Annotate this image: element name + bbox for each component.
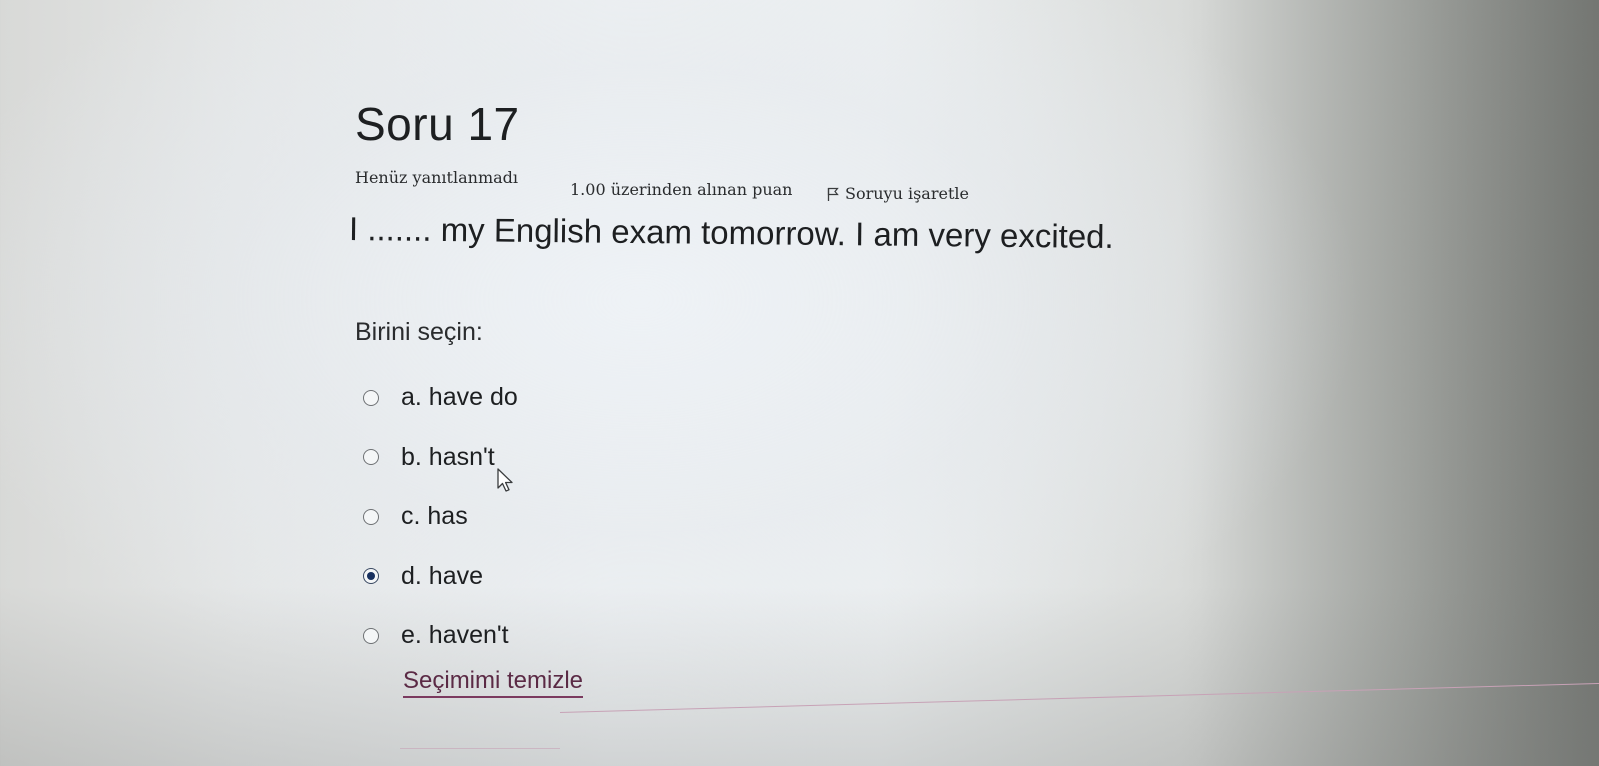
flag-question-link[interactable]: Soruyu işaretle	[827, 184, 969, 203]
divider-left	[400, 748, 560, 749]
option-a-label[interactable]: a. have do	[401, 383, 518, 412]
option-e-label[interactable]: e. haven't	[401, 621, 509, 650]
option-c-radio[interactable]	[363, 508, 379, 525]
question-block: Soru 17 Henüz yanıtlanmadı 1.00 üzerinde…	[349, 98, 1455, 698]
option-a-radio[interactable]	[363, 389, 379, 406]
option-c-label[interactable]: c. has	[401, 502, 468, 531]
option-b-label[interactable]: b. hasn't	[401, 443, 495, 472]
divider	[559, 682, 1599, 713]
option-d-label[interactable]: d. have	[401, 562, 483, 591]
question-title: Soru 17	[355, 98, 520, 150]
screen-shade-bottom	[0, 586, 1599, 766]
option-e[interactable]: e. haven't	[363, 606, 518, 666]
option-b-radio[interactable]	[363, 449, 379, 466]
flag-label: Soruyu işaretle	[845, 184, 969, 203]
question-points: 1.00 üzerinden alınan puan	[570, 180, 793, 199]
option-b[interactable]: b. hasn't	[363, 428, 518, 488]
option-d[interactable]: d. have	[363, 547, 518, 607]
answer-options: a. have do b. hasn't c. has d. have e. h…	[363, 368, 518, 666]
option-a[interactable]: a. have do	[363, 368, 518, 428]
option-c[interactable]: c. has	[363, 487, 518, 547]
answer-prompt: Birini seçin:	[355, 318, 483, 346]
question-status: Henüz yanıtlanmadı	[355, 168, 519, 187]
mouse-cursor-icon	[497, 468, 515, 494]
option-e-radio[interactable]	[363, 627, 379, 644]
option-d-radio[interactable]	[363, 568, 379, 585]
question-text: I ....... my English exam tomorrow. I am…	[348, 210, 1114, 256]
flag-icon	[827, 187, 839, 201]
clear-selection-link[interactable]: Seçimimi temizle	[403, 666, 584, 698]
